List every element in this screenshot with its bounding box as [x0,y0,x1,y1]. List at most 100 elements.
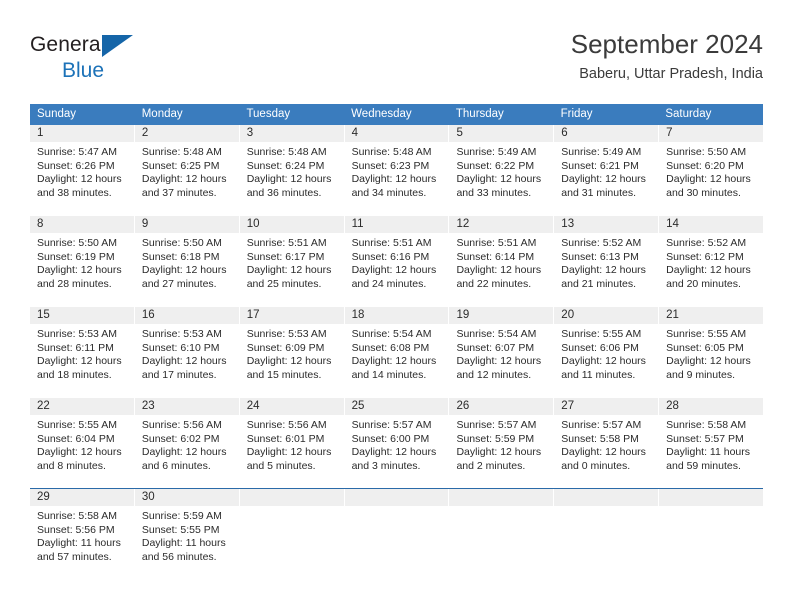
daylight-text-line1: Daylight: 12 hours [141,446,227,459]
weekday-header-monday: Monday [141,108,183,120]
day-number-band: 26 [449,398,554,415]
calendar-day-cell[interactable]: 7 Sunrise: 5:50 AM Sunset: 6:20 PM Dayli… [659,125,764,215]
sunset-text: Sunset: 6:10 PM [141,341,220,354]
sunset-text: Sunset: 6:17 PM [246,250,325,263]
weekday-header-row: Sunday Monday Tuesday Wednesday Thursday… [30,104,763,125]
calendar-day-cell[interactable]: 27 Sunrise: 5:57 AM Sunset: 5:58 PM Dayl… [554,398,660,488]
day-number-band: 30 [134,489,239,506]
sunrise-text: Sunrise: 5:54 AM [456,328,537,340]
calendar-day-cell[interactable]: 30 Sunrise: 5:59 AM Sunset: 5:55 PM Dayl… [134,489,240,579]
day-number: 24 [246,400,260,412]
sunset-text: Sunset: 6:25 PM [141,159,220,172]
day-number-band: 11 [344,216,449,233]
day-number: 6 [561,127,568,139]
day-details: Sunrise: 5:58 AM Sunset: 5:56 PM Dayligh… [30,506,134,564]
day-number: 12 [456,218,470,230]
calendar-day-cell[interactable]: 20 Sunrise: 5:55 AM Sunset: 6:06 PM Dayl… [554,307,660,397]
sunset-text: Sunset: 5:59 PM [456,432,535,445]
calendar-day-cell[interactable]: 12 Sunrise: 5:51 AM Sunset: 6:14 PM Dayl… [449,216,555,306]
day-details: Sunrise: 5:51 AM Sunset: 6:14 PM Dayligh… [449,233,553,291]
calendar-day-cell[interactable]: 25 Sunrise: 5:57 AM Sunset: 6:00 PM Dayl… [344,398,450,488]
sunset-text: Sunset: 6:02 PM [141,432,220,445]
daylight-text-line1: Daylight: 12 hours [351,264,437,277]
sunset-text: Sunset: 5:57 PM [666,432,744,445]
day-details: Sunrise: 5:57 AM Sunset: 6:00 PM Dayligh… [345,415,449,473]
calendar-day-cell[interactable]: 17 Sunrise: 5:53 AM Sunset: 6:09 PM Dayl… [239,307,345,397]
calendar-day-cell[interactable]: 22 Sunrise: 5:55 AM Sunset: 6:04 PM Dayl… [30,398,135,488]
sunset-text: Sunset: 6:12 PM [666,250,744,263]
day-number: 2 [141,127,149,139]
daylight-text-line1: Daylight: 12 hours [351,173,437,186]
calendar-day-cell[interactable]: 21 Sunrise: 5:55 AM Sunset: 6:05 PM Dayl… [659,307,764,397]
daylight-text-line1: Daylight: 12 hours [351,446,437,459]
day-number-band: 24 [239,398,344,415]
day-number-band [554,489,659,506]
day-number-band: 28 [659,398,764,415]
calendar-day-cell[interactable]: 1 Sunrise: 5:47 AM Sunset: 6:26 PM Dayli… [30,125,135,215]
sunrise-text: Sunrise: 5:53 AM [37,328,117,340]
day-details: Sunrise: 5:49 AM Sunset: 6:22 PM Dayligh… [449,142,553,200]
calendar-day-cell[interactable]: 3 Sunrise: 5:48 AM Sunset: 6:24 PM Dayli… [239,125,345,215]
sunrise-text: Sunrise: 5:53 AM [246,328,327,340]
calendar-week-row: 22 Sunrise: 5:55 AM Sunset: 6:04 PM Dayl… [30,397,764,488]
daylight-text-line2: and 28 minutes. [37,277,112,290]
calendar-day-cell[interactable]: 16 Sunrise: 5:53 AM Sunset: 6:10 PM Dayl… [134,307,240,397]
daylight-text-line2: and 56 minutes. [141,550,217,563]
general-blue-logo[interactable]: General Blue [30,34,250,88]
day-details: Sunrise: 5:55 AM Sunset: 6:06 PM Dayligh… [554,324,658,382]
calendar-day-cell[interactable]: 10 Sunrise: 5:51 AM Sunset: 6:17 PM Dayl… [239,216,345,306]
daylight-text-line2: and 24 minutes. [351,277,427,290]
daylight-text-line2: and 59 minutes. [666,459,741,472]
sunset-text: Sunset: 5:56 PM [37,523,115,536]
calendar-day-cell[interactable]: 23 Sunrise: 5:56 AM Sunset: 6:02 PM Dayl… [134,398,240,488]
day-number: 20 [561,309,575,321]
calendar-day-cell[interactable]: 11 Sunrise: 5:51 AM Sunset: 6:16 PM Dayl… [344,216,450,306]
day-number: 18 [351,309,365,321]
daylight-text-line1: Daylight: 12 hours [141,264,227,277]
day-details: Sunrise: 5:52 AM Sunset: 6:12 PM Dayligh… [659,233,763,291]
calendar-day-cell[interactable]: 4 Sunrise: 5:48 AM Sunset: 6:23 PM Dayli… [344,125,450,215]
daylight-text-line2: and 2 minutes. [456,459,526,472]
calendar-week-row: 15 Sunrise: 5:53 AM Sunset: 6:11 PM Dayl… [30,306,764,397]
sunset-text: Sunset: 6:00 PM [351,432,430,445]
day-number: 4 [351,127,358,139]
day-details: Sunrise: 5:51 AM Sunset: 6:16 PM Dayligh… [345,233,449,291]
calendar-day-cell[interactable]: 5 Sunrise: 5:49 AM Sunset: 6:22 PM Dayli… [449,125,555,215]
calendar-day-cell[interactable]: 15 Sunrise: 5:53 AM Sunset: 6:11 PM Dayl… [30,307,135,397]
calendar-day-cell[interactable]: 29 Sunrise: 5:58 AM Sunset: 5:56 PM Dayl… [30,489,135,579]
day-number: 19 [456,309,470,321]
day-number: 29 [37,491,50,503]
calendar-day-cell[interactable]: 26 Sunrise: 5:57 AM Sunset: 5:59 PM Dayl… [449,398,555,488]
day-number: 1 [37,127,44,139]
day-details: Sunrise: 5:48 AM Sunset: 6:25 PM Dayligh… [135,142,239,200]
weekday-header-friday: Friday [560,108,593,120]
calendar-day-cell[interactable]: 2 Sunrise: 5:48 AM Sunset: 6:25 PM Dayli… [134,125,240,215]
day-number: 9 [141,218,149,230]
calendar-day-cell[interactable]: 13 Sunrise: 5:52 AM Sunset: 6:13 PM Dayl… [554,216,660,306]
calendar-day-cell[interactable]: 14 Sunrise: 5:52 AM Sunset: 6:12 PM Dayl… [659,216,764,306]
calendar-day-cell[interactable]: 8 Sunrise: 5:50 AM Sunset: 6:19 PM Dayli… [30,216,135,306]
calendar-day-cell[interactable]: 19 Sunrise: 5:54 AM Sunset: 6:07 PM Dayl… [449,307,555,397]
calendar-day-cell[interactable]: 6 Sunrise: 5:49 AM Sunset: 6:21 PM Dayli… [554,125,660,215]
daylight-text-line2: and 9 minutes. [666,368,736,381]
daylight-text-line2: and 37 minutes. [141,186,217,199]
day-details: Sunrise: 5:53 AM Sunset: 6:11 PM Dayligh… [30,324,134,382]
day-number-band: 14 [659,216,764,233]
sunrise-text: Sunrise: 5:48 AM [141,146,222,158]
calendar-day-cell[interactable]: 28 Sunrise: 5:58 AM Sunset: 5:57 PM Dayl… [659,398,764,488]
calendar-day-cell[interactable]: 18 Sunrise: 5:54 AM Sunset: 6:08 PM Dayl… [344,307,450,397]
day-number-band: 8 [30,216,134,233]
day-number: 26 [456,400,470,412]
day-number: 7 [666,127,673,139]
day-details: Sunrise: 5:52 AM Sunset: 6:13 PM Dayligh… [554,233,658,291]
calendar-day-cell[interactable]: 9 Sunrise: 5:50 AM Sunset: 6:18 PM Dayli… [134,216,240,306]
day-number: 22 [37,400,50,412]
day-number-band: 15 [30,307,134,324]
day-number: 11 [351,218,364,230]
daylight-text-line2: and 18 minutes. [37,368,112,381]
day-number-band: 25 [344,398,449,415]
calendar-day-cell[interactable]: 24 Sunrise: 5:56 AM Sunset: 6:01 PM Dayl… [239,398,345,488]
sunrise-text: Sunrise: 5:51 AM [351,237,432,249]
daylight-text-line2: and 33 minutes. [456,186,532,199]
daylight-text-line1: Daylight: 12 hours [141,173,227,186]
